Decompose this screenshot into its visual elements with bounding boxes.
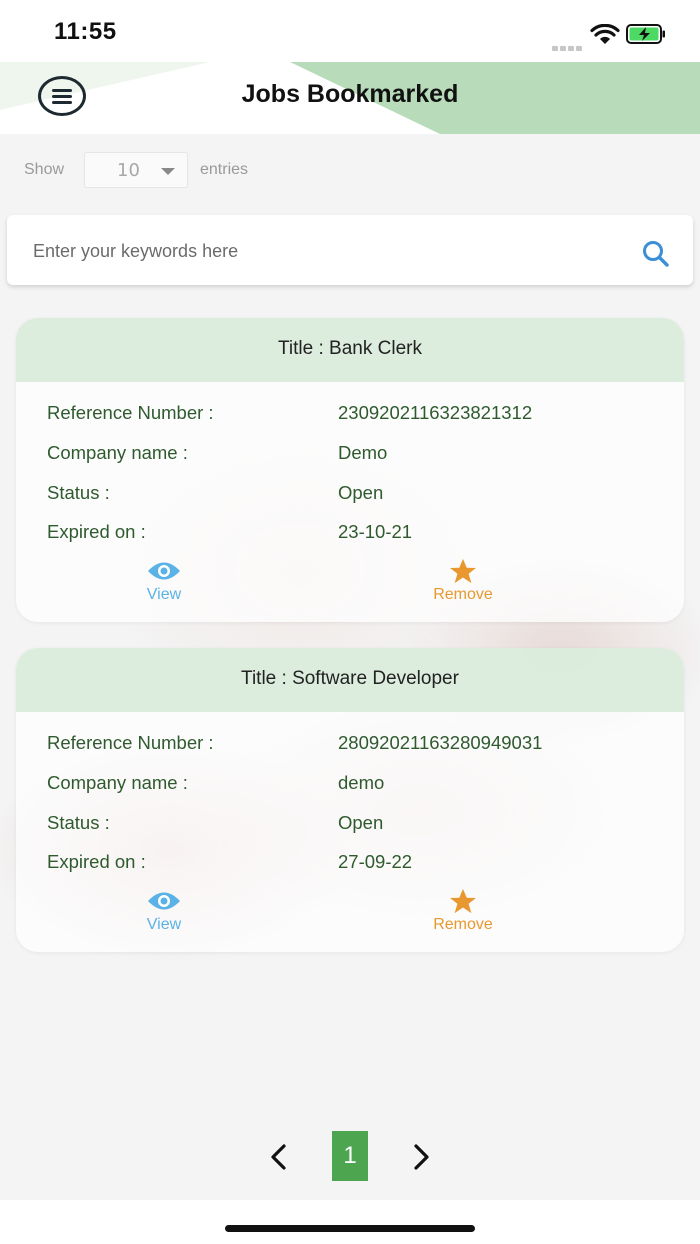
reference-value: 2809202116328094903​1 (338, 732, 543, 753)
page-title: Jobs Bookmarked (241, 80, 459, 108)
entries-select-value: 10 (117, 160, 140, 181)
job-card: Title : Bank Clerk Reference Number : 23… (16, 318, 684, 622)
reference-label: Reference Number : (47, 732, 214, 753)
status-row: Status : Open (47, 482, 667, 512)
expired-label: Expired on : (47, 851, 146, 872)
home-indicator[interactable] (225, 1225, 475, 1232)
view-label: View (146, 916, 182, 933)
page-number-current[interactable]: 1 (332, 1131, 368, 1181)
app-header: Jobs Bookmarked (0, 62, 700, 134)
remove-button[interactable]: Remove (403, 888, 523, 934)
view-button[interactable]: View (104, 888, 224, 934)
entries-label: entries (200, 161, 249, 178)
bottom-bar (0, 1200, 700, 1244)
reference-row: Reference Number : 2809202116328094903​1 (47, 732, 667, 762)
job-card: Title : Software Developer Reference Num… (16, 648, 684, 952)
status-label: Status : (47, 812, 110, 833)
company-row: Company name : demo (47, 772, 667, 802)
star-icon (450, 558, 476, 584)
reference-value: 2309202116323821312 (338, 402, 533, 423)
status-bar: 11:55 (0, 0, 700, 62)
remove-label: Remove (433, 586, 493, 603)
remove-button[interactable]: Remove (403, 558, 523, 604)
reference-label: Reference Number : (47, 402, 214, 423)
remove-label: Remove (433, 916, 493, 933)
expired-row: Expired on : 27-09-22 (47, 851, 667, 881)
status-label: Status : (47, 482, 110, 503)
company-label: Company name : (47, 442, 188, 463)
view-label: View (146, 586, 182, 603)
star-icon (450, 888, 476, 914)
search-bar (7, 215, 693, 285)
entries-select[interactable]: 10 (84, 152, 188, 188)
job-title: Title : Bank Clerk (278, 338, 422, 359)
company-label: Company name : (47, 772, 188, 793)
cellular-signal-icon (552, 36, 584, 51)
company-value: Demo (338, 442, 388, 463)
status-time: 11:55 (54, 18, 117, 45)
eye-icon (148, 892, 180, 910)
company-row: Company name : Demo (47, 442, 667, 472)
search-input[interactable] (31, 233, 615, 269)
chevron-down-icon (161, 168, 175, 175)
expired-row: Expired on : 23-10-21 (47, 521, 667, 551)
company-value: demo (338, 772, 385, 793)
status-value: Open (338, 482, 384, 503)
status-value: Open (338, 812, 384, 833)
job-title: Title : Software Developer (241, 668, 459, 689)
expired-value: 23-10-21 (338, 521, 413, 542)
search-icon[interactable] (641, 239, 671, 269)
reference-row: Reference Number : 2309202116323821312 (47, 402, 667, 432)
expired-label: Expired on : (47, 521, 146, 542)
view-button[interactable]: View (104, 558, 224, 604)
eye-icon (148, 562, 180, 580)
expired-value: 27-09-22 (338, 851, 413, 872)
battery-charging-icon (626, 24, 665, 44)
status-row: Status : Open (47, 812, 667, 842)
wifi-icon (590, 24, 620, 44)
chevron-left-icon[interactable] (266, 1142, 292, 1172)
job-card-header: Title : Software Developer (16, 648, 684, 712)
pagination: 1 (0, 1130, 700, 1184)
chevron-right-icon[interactable] (408, 1142, 434, 1172)
job-card-header: Title : Bank Clerk (16, 318, 684, 382)
show-label: Show (24, 161, 65, 178)
